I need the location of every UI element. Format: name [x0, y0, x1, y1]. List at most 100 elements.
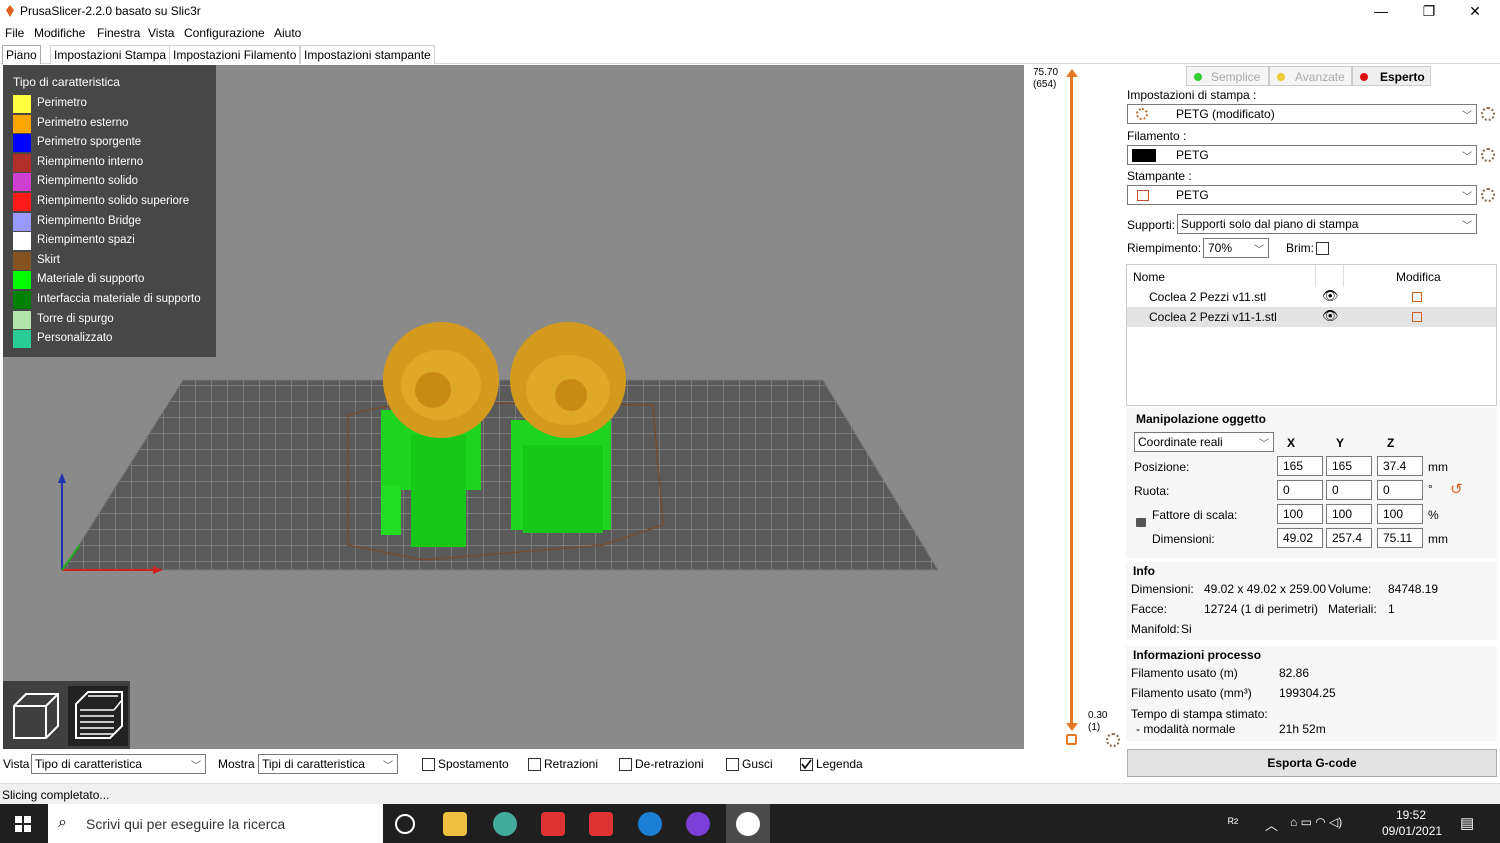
position-unit: mm [1428, 460, 1448, 474]
yellow-dot-icon [1277, 73, 1285, 81]
position-x-field[interactable]: 165 [1277, 456, 1323, 476]
view-type-combo[interactable]: Tipo di caratteristica ﹀ [31, 754, 206, 774]
menu-aiuto[interactable]: Aiuto [274, 26, 301, 40]
layers-view-icon[interactable] [68, 686, 128, 746]
edit-icon[interactable] [1412, 312, 1422, 322]
filament-gear-icon[interactable] [1481, 148, 1495, 162]
network-icon[interactable]: ⌂ ▭ ◠ ◁) [1290, 815, 1342, 829]
settings-gear-icon[interactable] [1106, 733, 1120, 747]
people-icon[interactable]: ᴿ² [1228, 815, 1238, 830]
size-y-field[interactable]: 257.4 [1326, 528, 1372, 548]
checkbox-de-retrazioni[interactable] [619, 758, 632, 771]
window-title: PrusaSlicer-2.2.0 basato su Slic3r [20, 4, 201, 18]
lock-icon[interactable] [1066, 734, 1077, 745]
mode-expert-button[interactable]: Esperto [1352, 66, 1431, 86]
scale-label: Fattore di scala: [1152, 508, 1238, 522]
slider-top-handle[interactable] [1066, 69, 1078, 77]
mode-advanced-button[interactable]: Avanzate [1269, 66, 1352, 86]
edit-icon[interactable] [1412, 292, 1422, 302]
supports-combo[interactable]: Supporti solo dal piano di stampa ﹀ [1177, 214, 1477, 234]
slider-bottom-handle[interactable] [1066, 723, 1078, 731]
show-type-combo[interactable]: Tipi di caratteristica ﹀ [258, 754, 398, 774]
printer-gear-icon[interactable] [1481, 188, 1495, 202]
print-settings-gear-icon[interactable] [1481, 107, 1495, 121]
tab-filament-settings[interactable]: Impostazioni Filamento [169, 45, 301, 64]
gmail-icon-2[interactable] [589, 812, 613, 836]
infill-label: Riempimento: [1127, 241, 1202, 255]
object-row[interactable]: Coclea 2 Pezzi v11-1.stl 👁 [1127, 307, 1496, 327]
chevron-up-icon[interactable]: ︿ [1265, 815, 1278, 834]
chevron-down-icon: ﹀ [1462, 111, 1472, 122]
clock-date[interactable]: 09/01/2021 [1382, 824, 1442, 838]
taskbar-search-box[interactable]: ⌕ Scrivi qui per eseguire la ricerca [48, 804, 383, 843]
gmail-icon[interactable] [541, 812, 565, 836]
printer-label: Stampante : [1127, 169, 1192, 183]
eye-icon[interactable]: 👁 [1322, 308, 1339, 324]
checkbox-retrazioni[interactable] [528, 758, 541, 771]
prusaslicer-logo-icon [5, 5, 15, 17]
normal-mode-value: 21h 52m [1279, 722, 1326, 736]
status-text: Slicing completato... [2, 788, 110, 802]
scale-x-field[interactable]: 100 [1277, 504, 1323, 524]
close-button[interactable]: ✕ [1452, 0, 1498, 23]
supports-label: Supporti: [1127, 218, 1176, 232]
3d-view-icon[interactable] [8, 688, 64, 744]
object-row[interactable]: Coclea 2 Pezzi v11.stl 👁 [1127, 287, 1496, 307]
windows-start-icon[interactable] [15, 816, 31, 832]
position-y-field[interactable]: 165 [1326, 456, 1372, 476]
prusaslicer-taskbar-button[interactable] [726, 804, 770, 843]
object-list: Nome Modifica Coclea 2 Pezzi v11.stl 👁 C… [1126, 264, 1497, 406]
brim-checkbox[interactable] [1316, 242, 1329, 255]
printer-combo[interactable]: PETG ﹀ [1127, 185, 1477, 205]
scale-z-field[interactable]: 100 [1377, 504, 1423, 524]
menu-configurazione[interactable]: Configurazione [184, 26, 265, 40]
menu-modifiche[interactable]: Modifiche [34, 26, 85, 40]
checkbox-spostamento[interactable] [422, 758, 435, 771]
task-view-icon[interactable] [395, 814, 415, 834]
rotate-x-field[interactable]: 0 [1277, 480, 1323, 500]
legend-swatch [13, 291, 31, 309]
tab-print-settings[interactable]: Impostazioni Stampa [50, 45, 171, 64]
manipulation-title: Manipolazione oggetto [1136, 412, 1266, 426]
rotate-y-field[interactable]: 0 [1326, 480, 1372, 500]
tab-piano[interactable]: Piano [2, 45, 41, 64]
checkbox-gusci[interactable] [726, 758, 739, 771]
mode-simple-button[interactable]: Semplice [1186, 66, 1269, 86]
edge-icon[interactable] [638, 812, 662, 836]
print-settings-combo[interactable]: PETG (modificato) ﹀ [1127, 104, 1477, 124]
filament-combo[interactable]: PETG ﹀ [1127, 145, 1477, 165]
right-sidebar: Semplice Avanzate Esperto Impostazioni d… [1123, 65, 1500, 749]
position-label: Posizione: [1134, 460, 1190, 474]
position-z-field[interactable]: 37.4 [1377, 456, 1423, 476]
rotate-z-field[interactable]: 0 [1377, 480, 1423, 500]
file-explorer-icon[interactable] [443, 812, 467, 836]
tab-printer-settings[interactable]: Impostazioni stampante [300, 45, 435, 64]
menu-vista[interactable]: Vista [148, 26, 174, 40]
scale-y-field[interactable]: 100 [1326, 504, 1372, 524]
legend-label: Perimetro [37, 97, 87, 109]
minimize-button[interactable]: — [1358, 0, 1404, 23]
menu-file[interactable]: File [5, 26, 24, 40]
checkbox-legenda[interactable] [800, 758, 813, 771]
clock-time[interactable]: 19:52 [1396, 808, 1426, 822]
layer-slider[interactable]: 75.70 (654) 0.30 (1) [1024, 65, 1123, 749]
filament-m-label: Filamento usato (m) [1131, 666, 1238, 680]
coordinates-combo[interactable]: Coordinate reali ﹀ [1134, 432, 1274, 452]
info-dims-value: 49.02 x 49.02 x 259.00 [1204, 582, 1327, 596]
eye-icon[interactable]: 👁 [1322, 288, 1339, 304]
legend-swatch [13, 330, 31, 349]
view-label: Vista [3, 757, 30, 771]
tor-browser-icon[interactable] [686, 812, 710, 836]
scale-lock-icon[interactable] [1136, 518, 1146, 527]
export-gcode-button[interactable]: Esporta G-code [1127, 749, 1497, 777]
reset-rotation-icon[interactable]: ↺ [1450, 480, 1463, 498]
maximize-button[interactable]: ❐ [1406, 0, 1452, 23]
size-unit: mm [1428, 532, 1448, 546]
size-z-field[interactable]: 75.11 [1377, 528, 1423, 548]
notifications-icon[interactable]: ▤ [1460, 814, 1474, 832]
infill-combo[interactable]: 70% ﹀ [1203, 238, 1269, 258]
size-x-field[interactable]: 49.02 [1277, 528, 1323, 548]
menu-finestra[interactable]: Finestra [97, 26, 140, 40]
slider-bottom-value: 0.30 [1088, 710, 1108, 721]
chrome-icon[interactable] [493, 812, 517, 836]
